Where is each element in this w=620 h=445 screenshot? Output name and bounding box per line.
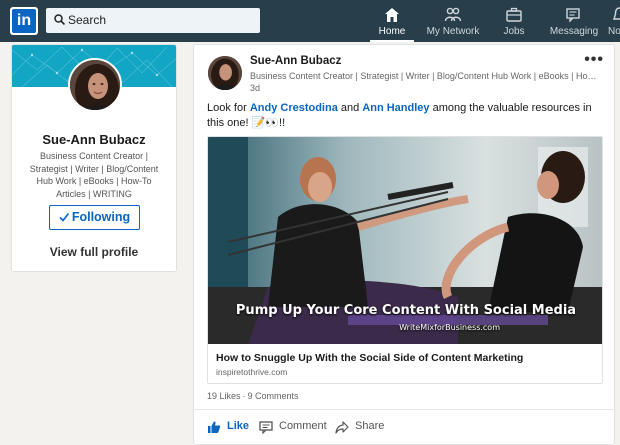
mention-link[interactable]: Andy Crestodina (250, 102, 338, 114)
notifications-icon (613, 7, 620, 20)
nav-messaging-label: Messaging (549, 26, 599, 37)
nav-home-label: Home (378, 26, 406, 37)
image-watermark: WriteMixforBusiness.com (399, 323, 500, 332)
linkedin-logo[interactable]: in (10, 7, 38, 35)
like-label: Like (227, 420, 250, 432)
following-label: Following (71, 210, 131, 224)
nav-notifications[interactable]: No (606, 0, 620, 42)
comment-button[interactable]: Comment (259, 417, 331, 437)
messaging-icon (566, 8, 580, 23)
post-author-name[interactable]: Sue-Ann Bubacz (250, 55, 341, 67)
search-placeholder: Search (68, 13, 107, 27)
profile-photo (70, 60, 120, 110)
thumbs-up-icon (208, 421, 221, 433)
share-icon (335, 421, 349, 434)
search-icon (54, 14, 65, 25)
network-icon (444, 7, 462, 22)
more-options-button[interactable]: ••• (584, 51, 604, 69)
link-title[interactable]: How to Snuggle Up With the Social Side o… (216, 352, 523, 364)
following-button[interactable]: Following (49, 205, 140, 230)
post-author-avatar[interactable] (208, 56, 242, 90)
post-text: Look for Andy Crestodina and Ann Handley… (207, 101, 603, 131)
nav-messaging[interactable]: Messaging (548, 0, 600, 42)
comment-icon (259, 421, 273, 434)
comment-label: Comment (279, 420, 327, 432)
view-full-profile-link[interactable]: View full profile (12, 245, 176, 259)
post-author-headline: Business Content Creator | Strategist | … (250, 71, 602, 81)
nav-my-network-label: My Network (426, 26, 480, 37)
linkedin-logo-text: in (12, 9, 36, 33)
nav-my-network[interactable]: My Network (424, 0, 482, 42)
post-timestamp: 3d (250, 83, 261, 93)
post-author-photo (208, 56, 242, 90)
like-button[interactable]: Like (207, 417, 253, 437)
profile-avatar[interactable] (68, 58, 122, 112)
mention-link[interactable]: Ann Handley (362, 102, 429, 114)
profile-headline: Business Content Creator | Strategist | … (29, 151, 159, 199)
feed-post: Sue-Ann Bubacz Business Content Creator … (193, 44, 615, 445)
actions-divider (194, 409, 614, 410)
comments-count[interactable]: 9 Comments (248, 391, 299, 401)
top-nav-bar: in Search Home My Network Jobs Messaging… (0, 0, 620, 42)
nav-jobs[interactable]: Jobs (494, 0, 534, 42)
stats-separator: · (242, 391, 246, 401)
check-icon (59, 213, 69, 222)
home-icon (385, 8, 399, 22)
likes-count[interactable]: 19 Likes (207, 391, 241, 401)
post-stats: 19 Likes · 9 Comments (207, 391, 299, 401)
link-preview-image[interactable]: Pump Up Your Core Content With Social Me… (208, 137, 602, 344)
post-text-conjunction: and (337, 102, 363, 114)
link-preview-card[interactable]: Pump Up Your Core Content With Social Me… (207, 136, 603, 384)
image-caption: Pump Up Your Core Content With Social Me… (235, 303, 577, 318)
search-input[interactable]: Search (46, 8, 260, 33)
share-button[interactable]: Share (335, 417, 395, 437)
profile-name[interactable]: Sue-Ann Bubacz (12, 132, 176, 147)
nav-notifications-label: No (608, 26, 620, 37)
jobs-icon (506, 7, 522, 22)
profile-card: Sue-Ann Bubacz Business Content Creator … (11, 44, 177, 272)
share-label: Share (355, 420, 385, 432)
nav-jobs-label: Jobs (503, 26, 525, 37)
nav-home[interactable]: Home (370, 0, 414, 42)
post-text-intro: Look for (207, 102, 250, 114)
link-domain: inspiretothrive.com (216, 367, 288, 377)
